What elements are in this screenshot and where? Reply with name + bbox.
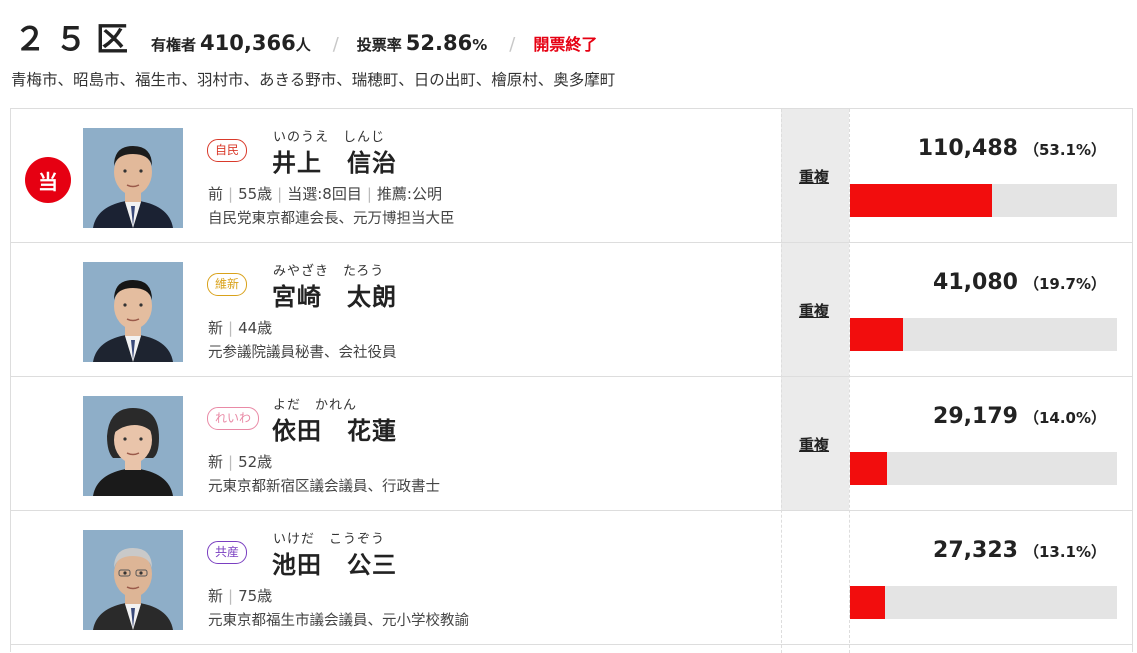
results-table: 当 自民 いのうえ しんじ 井上 信治 前 | 55歳 | 当選:8回目 | 推薦:公明 自… bbox=[10, 108, 1133, 653]
vote-bar-track bbox=[850, 586, 1117, 619]
vote-bar-track bbox=[850, 452, 1117, 485]
district-areas: 青梅市、昭島市、福生市、羽村市、あきる野市、瑞穂町、日の出町、檜原村、奥多摩町 bbox=[11, 71, 616, 89]
candidate-meta: 新 | 44歳 bbox=[208, 317, 272, 338]
meta-separator: | bbox=[228, 453, 234, 471]
age: 75歳 bbox=[238, 587, 273, 605]
party-badge: れいわ bbox=[207, 407, 260, 430]
incumbency: 新 bbox=[208, 319, 224, 337]
endorsement: 推薦:公明 bbox=[376, 185, 442, 203]
separator: / bbox=[332, 34, 339, 55]
voters-value: 410,366 bbox=[200, 31, 296, 55]
candidate-name: 宮崎 太朗 bbox=[272, 283, 397, 311]
times-elected: 当選:8回目 bbox=[287, 185, 362, 203]
duplicate-candidacy-link[interactable]: 重複 bbox=[799, 300, 829, 321]
vote-number: 41,080 bbox=[933, 270, 1018, 295]
party-badge: 共産 bbox=[207, 541, 248, 564]
candidate-meta: 新 | 52歳 bbox=[208, 451, 272, 472]
candidate-row: 当 自民 いのうえ しんじ 井上 信治 前 | 55歳 | 当選:8回目 | 推薦:公明 自… bbox=[11, 109, 1132, 243]
turnout-value: 52.86 bbox=[405, 31, 473, 55]
vote-percent: （14.0%） bbox=[1023, 409, 1106, 427]
meta-separator: | bbox=[228, 185, 234, 203]
vote-count: 27,323 （13.1%） bbox=[933, 538, 1106, 563]
incumbency: 新 bbox=[208, 587, 224, 605]
separator: / bbox=[509, 34, 516, 55]
vote-percent: （13.1%） bbox=[1023, 543, 1106, 561]
incumbency: 前 bbox=[208, 185, 224, 203]
turnout-label: 投票率 bbox=[356, 36, 402, 54]
candidate-photo bbox=[83, 530, 183, 630]
meta-separator: | bbox=[366, 185, 372, 203]
candidate-meta: 前 | 55歳 | 当選:8回目 | 推薦:公明 bbox=[208, 183, 442, 204]
vote-number: 110,488 bbox=[917, 136, 1018, 161]
voters-unit: 人 bbox=[295, 36, 311, 54]
candidate-row: れいわ よだ かれん 依田 花蓮 新 | 52歳 元東京都新宿区議会議員、行政書士 … bbox=[11, 377, 1132, 511]
age: 55歳 bbox=[238, 185, 273, 203]
vote-bar-fill bbox=[850, 318, 903, 351]
meta-separator: | bbox=[228, 587, 234, 605]
vote-percent: （53.1%） bbox=[1023, 141, 1106, 159]
candidate-photo bbox=[83, 262, 183, 362]
candidate-name: 池田 公三 bbox=[272, 551, 397, 579]
age: 44歳 bbox=[238, 319, 273, 337]
incumbency: 新 bbox=[208, 453, 224, 471]
candidate-career: 元東京都新宿区議会議員、行政書士 bbox=[208, 479, 440, 495]
candidate-photo bbox=[83, 396, 183, 496]
vote-count: 110,488 （53.1%） bbox=[918, 136, 1106, 161]
vote-bar-track bbox=[850, 318, 1117, 351]
candidate-photo bbox=[83, 128, 183, 228]
meta-separator: | bbox=[277, 185, 283, 203]
duplicate-candidacy-link[interactable]: 重複 bbox=[799, 166, 829, 187]
candidate-name: 井上 信治 bbox=[272, 149, 397, 177]
vote-number: 29,179 bbox=[933, 404, 1018, 429]
district-title: ２５区 bbox=[14, 20, 138, 58]
vote-bar-fill bbox=[850, 452, 888, 485]
vote-number: 27,323 bbox=[933, 538, 1018, 563]
candidate-row: 共産 いけだ こうぞう 池田 公三 新 | 75歳 元東京都福生市議会議員、元小学校… bbox=[11, 511, 1132, 645]
candidate-row: 維新 みやざき たろう 宮崎 太朗 新 | 44歳 元参議院議員秘書、会社役員 重複… bbox=[11, 243, 1132, 377]
candidate-career: 自民党東京都連会長、元万博担当大臣 bbox=[208, 211, 455, 227]
district-header: ２５区 有権者 410,366 人 / 投票率 52.86 % / 開票終了 bbox=[14, 14, 598, 58]
count-status: 開票終了 bbox=[533, 35, 598, 54]
vote-bar-fill bbox=[850, 586, 885, 619]
turnout-unit: % bbox=[472, 36, 488, 54]
vote-percent: （19.7%） bbox=[1023, 275, 1106, 293]
vote-count: 29,179 （14.0%） bbox=[933, 404, 1106, 429]
voters-label: 有権者 bbox=[151, 36, 197, 54]
party-badge: 自民 bbox=[207, 139, 248, 162]
candidate-meta: 新 | 75歳 bbox=[208, 585, 272, 606]
vote-count: 41,080 （19.7%） bbox=[933, 270, 1106, 295]
duplicate-candidacy-link[interactable]: 重複 bbox=[799, 434, 829, 455]
candidate-career: 元東京都福生市議会議員、元小学校教諭 bbox=[208, 613, 469, 629]
vote-bar-fill bbox=[850, 184, 992, 217]
candidate-name: 依田 花蓮 bbox=[272, 417, 397, 445]
vote-bar-track bbox=[850, 184, 1117, 217]
party-badge: 維新 bbox=[207, 273, 248, 296]
candidate-career: 元参議院議員秘書、会社役員 bbox=[208, 345, 397, 361]
winner-badge: 当 bbox=[25, 157, 71, 203]
age: 52歳 bbox=[238, 453, 273, 471]
meta-separator: | bbox=[228, 319, 234, 337]
